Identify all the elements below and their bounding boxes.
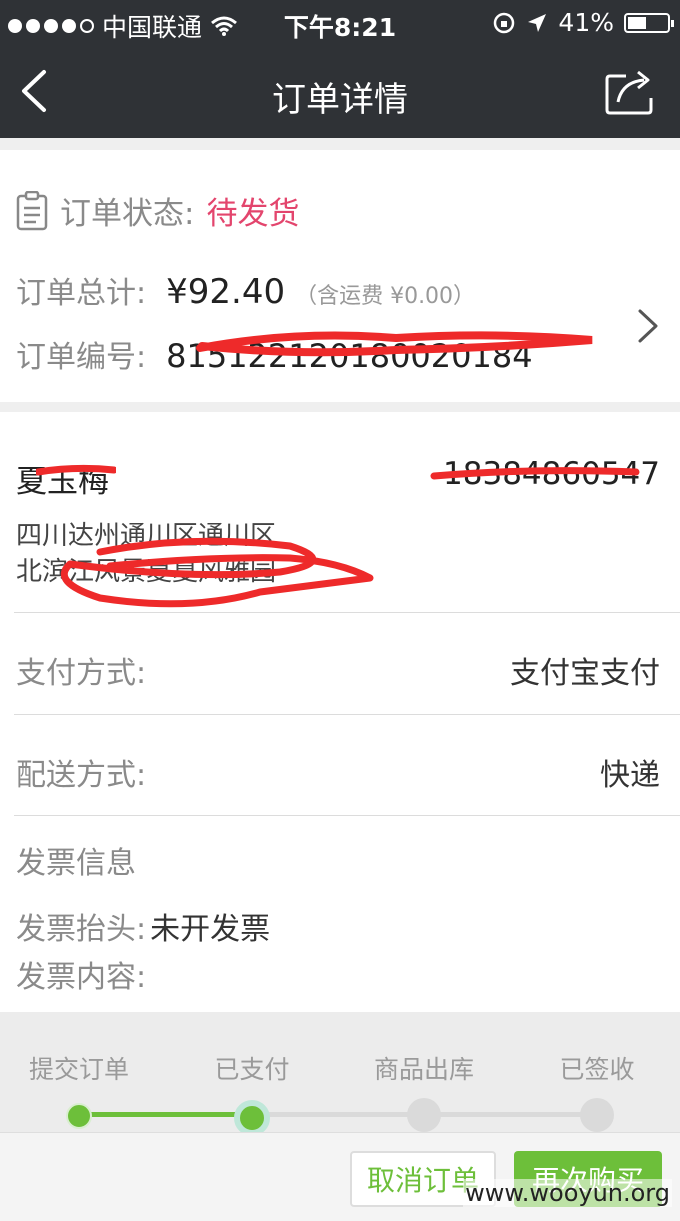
- order-number-row: 订单编号: 815122120180020184: [16, 332, 533, 376]
- share-icon[interactable]: [604, 68, 656, 116]
- invoice-content-label: 发票内容:: [16, 960, 147, 995]
- invoice-header-row: 发票抬头: 未开发票: [16, 904, 270, 948]
- rotation-lock-icon: [494, 12, 515, 33]
- order-number-value: 815122120180020184: [166, 337, 533, 375]
- progress-node-current: [234, 1100, 270, 1136]
- order-total-label: 订单总计:: [16, 276, 147, 311]
- progress-step-label: 商品出库: [373, 1055, 475, 1084]
- recipient-name: 夏玉梅: [16, 464, 109, 500]
- progress-node-pending: [580, 1098, 614, 1132]
- chevron-right-icon[interactable]: [636, 308, 660, 344]
- progress-node-pending: [407, 1098, 441, 1132]
- battery-icon: [624, 12, 674, 33]
- order-status-value: 待发货: [206, 196, 300, 232]
- progress-node-done: [66, 1103, 92, 1129]
- order-summary-card[interactable]: 订单状态: 待发货 订单总计: ¥92.40 （含运费 ¥0.00） 订单编号:…: [0, 150, 680, 402]
- page-title: 订单详情: [272, 80, 408, 120]
- status-bar-right: 41%: [492, 8, 674, 37]
- invoice-header-label: 发票抬头:: [16, 912, 147, 947]
- order-status-row: 订单状态: 待发货: [16, 188, 299, 233]
- divider: [14, 612, 680, 613]
- order-details-card: 夏玉梅 18384860547 四川达州通川区通川区 北滨江风景夏夏风雅园 支付…: [0, 412, 680, 1012]
- address-line-1: 四川达州通川区通川区: [16, 521, 277, 551]
- battery-percent: 41%: [558, 8, 614, 37]
- bottom-action-bar: 取消订单 再次购买 www.wooyun.org: [0, 1132, 680, 1221]
- progress-step-label: 已签收: [559, 1055, 635, 1084]
- location-arrow-icon: [528, 13, 547, 32]
- status-bar: 中国联通 下午8:21 41%: [0, 0, 680, 46]
- invoice-header-value: 未开发票: [150, 912, 271, 947]
- clipboard-icon: [16, 190, 48, 230]
- delivery-method-label: 配送方式:: [16, 758, 147, 793]
- delivery-method-value: 快递: [600, 758, 660, 793]
- payment-method-value: 支付宝支付: [510, 656, 660, 691]
- order-progress-tracker: 提交订单 已支付 商品出库 已签收: [0, 1012, 680, 1136]
- progress-track-completed: [79, 1112, 252, 1117]
- watermark: www.wooyun.org: [463, 1179, 672, 1207]
- order-total-amount: ¥92.40: [166, 272, 286, 312]
- divider: [14, 815, 680, 816]
- shipping-fee-note: （含运费 ¥0.00）: [295, 284, 476, 309]
- progress-step-label: 提交订单: [28, 1055, 130, 1084]
- order-total-row: 订单总计: ¥92.40 （含运费 ¥0.00）: [16, 268, 475, 312]
- shipping-address: 四川达州通川区通川区 北滨江风景夏夏风雅园: [16, 518, 276, 590]
- divider: [14, 714, 680, 715]
- payment-method-label: 支付方式:: [16, 656, 147, 691]
- recipient-phone: 18384860547: [443, 456, 660, 492]
- navigation-bar: 订单详情: [0, 46, 680, 138]
- payment-method-row: 支付方式: 支付宝支付: [16, 648, 660, 692]
- invoice-section-title: 发票信息: [16, 846, 136, 881]
- order-status-label: 订单状态:: [60, 196, 195, 232]
- address-line-2: 北滨江风景夏夏风雅园: [16, 557, 277, 587]
- delivery-method-row: 配送方式: 快递: [16, 750, 660, 794]
- progress-step-label: 已支付: [214, 1055, 290, 1084]
- order-number-label: 订单编号:: [16, 340, 147, 375]
